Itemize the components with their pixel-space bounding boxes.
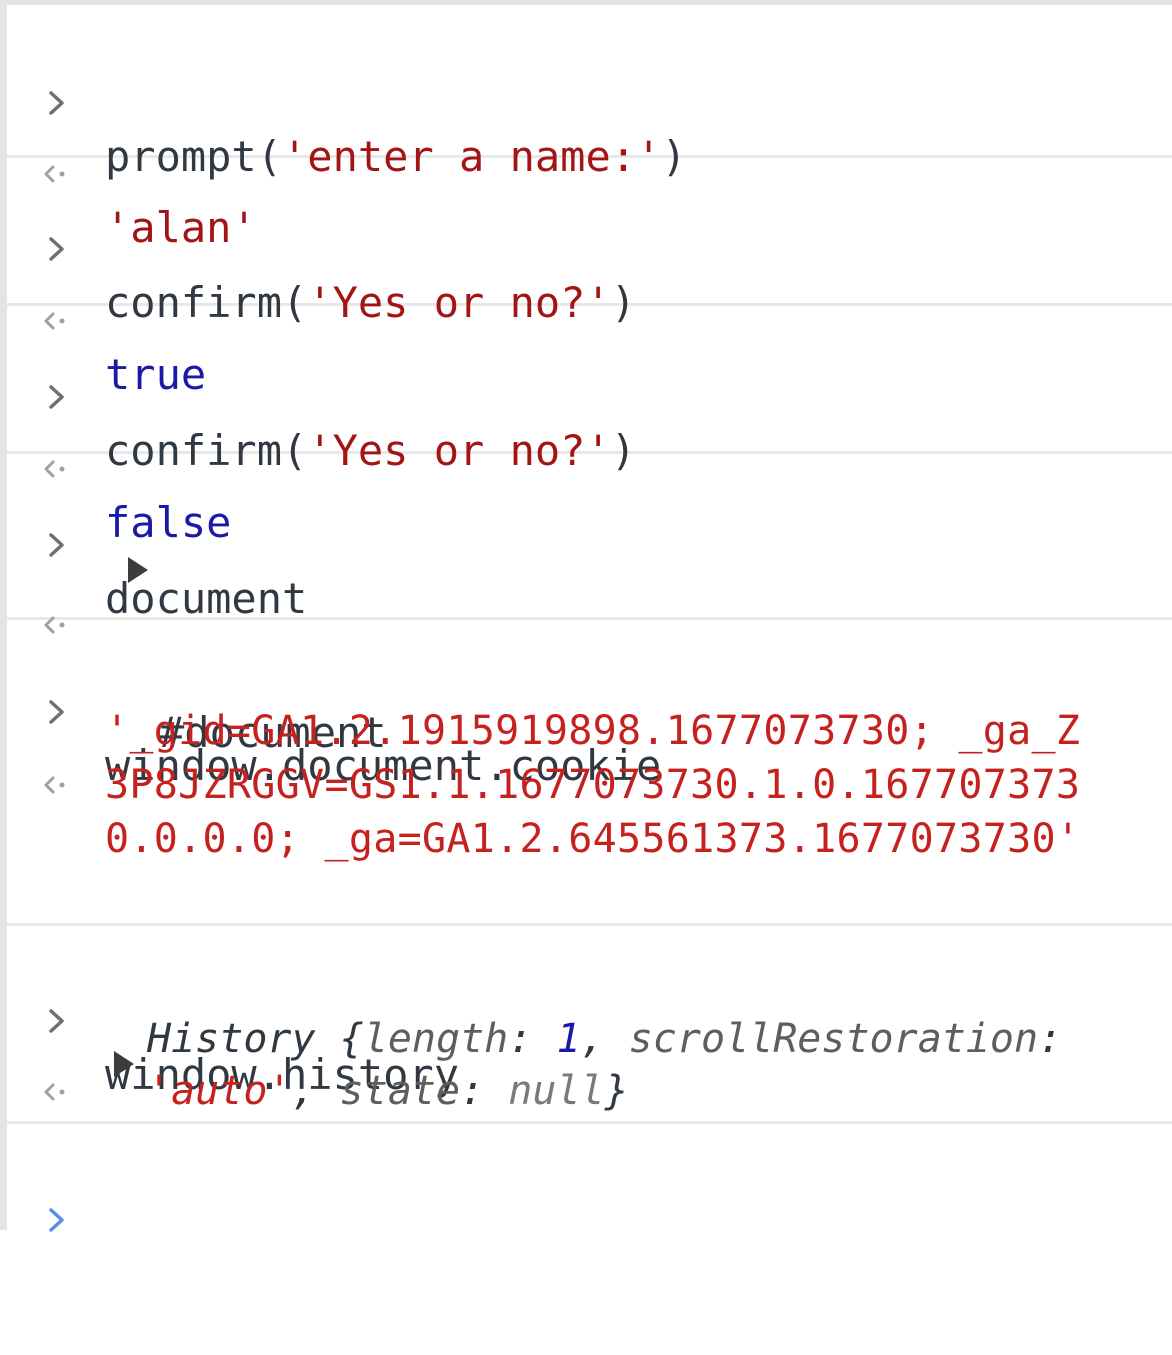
object-value: 'auto': [147, 1068, 292, 1114]
return-arrow-icon: [44, 1083, 65, 1101]
console-entry: window.history History {length: 1, scrol…: [7, 923, 1172, 1124]
object-class-name: History: [147, 1016, 316, 1062]
object-key: length: [363, 1016, 509, 1062]
expand-triangle-icon[interactable]: [114, 1051, 134, 1077]
console-entry: document #document: [7, 451, 1172, 757]
console-entry: window.document.cookie '_gid=GA1.2.19159…: [7, 617, 1172, 926]
object-brace: }: [604, 1068, 629, 1114]
object-key: scrollRestoration: [628, 1016, 1039, 1062]
chevron-right-icon: [49, 1208, 64, 1232]
console-input-field[interactable]: [105, 1247, 1005, 1301]
object-key: state: [339, 1068, 461, 1114]
history-object-preview[interactable]: History {length: 1, scrollRestoration: '…: [147, 1013, 1097, 1117]
object-value: 1: [556, 1016, 581, 1062]
console-entry: confirm('Yes or no?') true: [7, 155, 1172, 399]
object-value: null: [508, 1068, 605, 1114]
console-prompt-row[interactable]: [7, 1139, 1172, 1355]
object-brace: {: [339, 1016, 364, 1062]
console-entry: prompt('enter a name:') 'alan': [7, 5, 1172, 252]
expand-triangle-icon[interactable]: [128, 557, 148, 583]
console-panel: prompt('enter a name:') 'alan' confirm('…: [0, 0, 1172, 1232]
console-entry: confirm('Yes or no?') false: [7, 303, 1172, 547]
console-result-text: '_gid=GA1.2.1915919898.1677073730; _ga_Z…: [105, 708, 1081, 862]
return-arrow-icon: [44, 776, 65, 794]
